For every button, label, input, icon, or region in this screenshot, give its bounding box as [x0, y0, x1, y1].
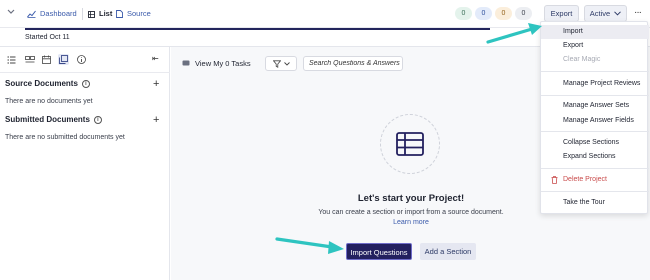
source-documents-empty: There are no documents yet	[5, 98, 93, 105]
source-documents-title: Source Documents	[5, 79, 78, 88]
info-icon[interactable]	[76, 54, 87, 65]
count-badge-green: 0	[455, 7, 472, 20]
menu-item-collapse-sections[interactable]: Collapse Sections	[541, 136, 649, 150]
count-badge-orange: 0	[495, 7, 512, 20]
delete-project-label: Delete Project	[563, 176, 607, 183]
message-icon	[182, 60, 190, 66]
menu-item-clear-magic[interactable]: Clear Magic	[541, 53, 649, 67]
menu-item-import[interactable]: Import	[541, 25, 649, 39]
divider	[82, 8, 83, 20]
outline-icon[interactable]	[6, 54, 17, 65]
menu-divider	[541, 131, 649, 132]
submitted-documents-heading: Submitted Documents i	[5, 115, 102, 124]
menu-item-export[interactable]: Export	[541, 39, 649, 53]
chevron-down-icon[interactable]	[6, 8, 16, 18]
menu-divider	[541, 191, 649, 192]
empty-state-description: You can create a section or import from …	[318, 209, 504, 216]
table-icon	[396, 132, 424, 156]
tab-list[interactable]: List	[88, 8, 112, 20]
active-status-dropdown[interactable]: Active	[584, 5, 627, 22]
add-source-document-button[interactable]: +	[153, 79, 159, 90]
layers-icon[interactable]	[24, 54, 35, 65]
source-label: Source	[127, 9, 151, 18]
menu-item-expand-sections[interactable]: Expand Sections	[541, 150, 649, 164]
submitted-documents-title: Submitted Documents	[5, 115, 90, 124]
dashboard-label: Dashboard	[40, 9, 77, 18]
menu-item-manage-answer-sets[interactable]: Manage Answer Sets	[541, 99, 649, 113]
more-options-icon[interactable]: ···	[634, 7, 642, 19]
copy-icon[interactable]	[58, 54, 69, 65]
sidebar: ⇤ Source Documents i + There are no docu…	[0, 47, 170, 280]
view-my-tasks-label: View My 0 Tasks	[195, 59, 251, 68]
document-icon	[116, 10, 123, 18]
count-badge-gray: 0	[515, 7, 532, 20]
add-section-button[interactable]: Add a Section	[420, 243, 476, 260]
progress-bar	[25, 28, 490, 30]
chevron-down-icon	[283, 61, 290, 66]
menu-divider	[541, 168, 649, 169]
menu-item-manage-answer-fields[interactable]: Manage Answer Fields	[541, 114, 649, 128]
info-icon[interactable]: i	[93, 115, 102, 124]
count-badge-blue: 0	[475, 7, 492, 20]
search-input[interactable]	[303, 56, 403, 71]
menu-divider	[541, 95, 649, 96]
filter-button[interactable]	[265, 56, 297, 71]
menu-item-take-the-tour[interactable]: Take the Tour	[541, 196, 649, 210]
submitted-documents-empty: There are no submitted documents yet	[5, 134, 125, 141]
more-options-menu: Import Export Clear Magic Manage Project…	[540, 21, 649, 214]
calendar-icon[interactable]	[41, 54, 52, 65]
started-date: Started Oct 11	[25, 34, 70, 41]
chart-icon	[27, 10, 36, 18]
export-button[interactable]: Export	[544, 5, 579, 22]
learn-more-link[interactable]: Learn more	[361, 219, 461, 226]
import-questions-button[interactable]: Import Questions	[346, 243, 412, 260]
list-label: List	[99, 9, 113, 18]
add-submitted-document-button[interactable]: +	[153, 115, 159, 126]
list-icon	[88, 10, 95, 18]
info-icon[interactable]: i	[81, 79, 90, 88]
annotation-arrow-icon	[486, 23, 542, 44]
trash-icon	[551, 176, 558, 184]
empty-state-title: Let's start your Project!	[357, 193, 465, 204]
dashboard-link[interactable]: Dashboard	[27, 8, 77, 20]
annotation-arrow-icon	[275, 237, 344, 254]
filter-icon	[272, 59, 281, 68]
chevron-down-icon	[614, 11, 622, 16]
source-documents-heading: Source Documents i	[5, 79, 90, 88]
view-my-tasks-toggle[interactable]: View My 0 Tasks	[182, 59, 251, 68]
collapse-sidebar-icon[interactable]: ⇤	[152, 54, 159, 63]
menu-divider	[541, 71, 649, 72]
menu-item-delete-project[interactable]: Delete Project	[541, 173, 649, 187]
sidebar-toolbar: ⇤	[0, 47, 170, 73]
menu-item-manage-project-reviews[interactable]: Manage Project Reviews	[541, 77, 649, 91]
tab-source[interactable]: Source	[116, 8, 151, 20]
active-label: Active	[589, 9, 611, 18]
empty-state-illustration	[380, 114, 440, 174]
